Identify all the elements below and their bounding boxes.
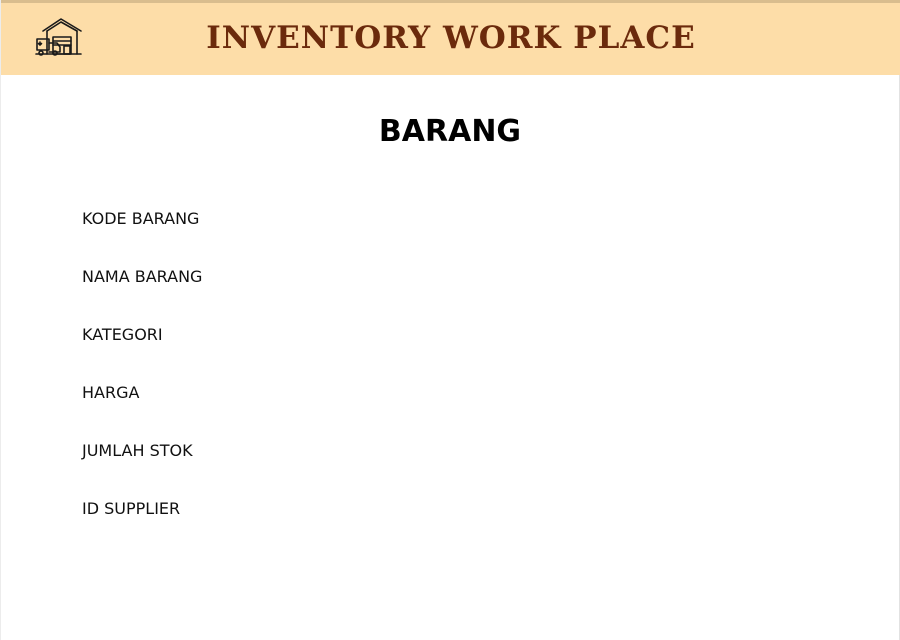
page-title: BARANG xyxy=(378,114,522,149)
field-label-id-supplier: ID SUPPLIER xyxy=(82,499,181,518)
app-header: INVENTORY WORK PLACE xyxy=(1,0,900,75)
field-label-jumlah-stok: JUMLAH STOK xyxy=(82,441,193,460)
field-label-nama-barang: NAMA BARANG xyxy=(82,267,203,286)
app-title: INVENTORY WORK PLACE xyxy=(206,20,696,56)
field-label-kategori: KATEGORI xyxy=(82,325,163,344)
field-label-kode-barang: KODE BARANG xyxy=(82,209,200,228)
page: INVENTORY WORK PLACE BARANG KODE BARANG … xyxy=(0,0,900,640)
field-label-harga: HARGA xyxy=(82,383,140,402)
